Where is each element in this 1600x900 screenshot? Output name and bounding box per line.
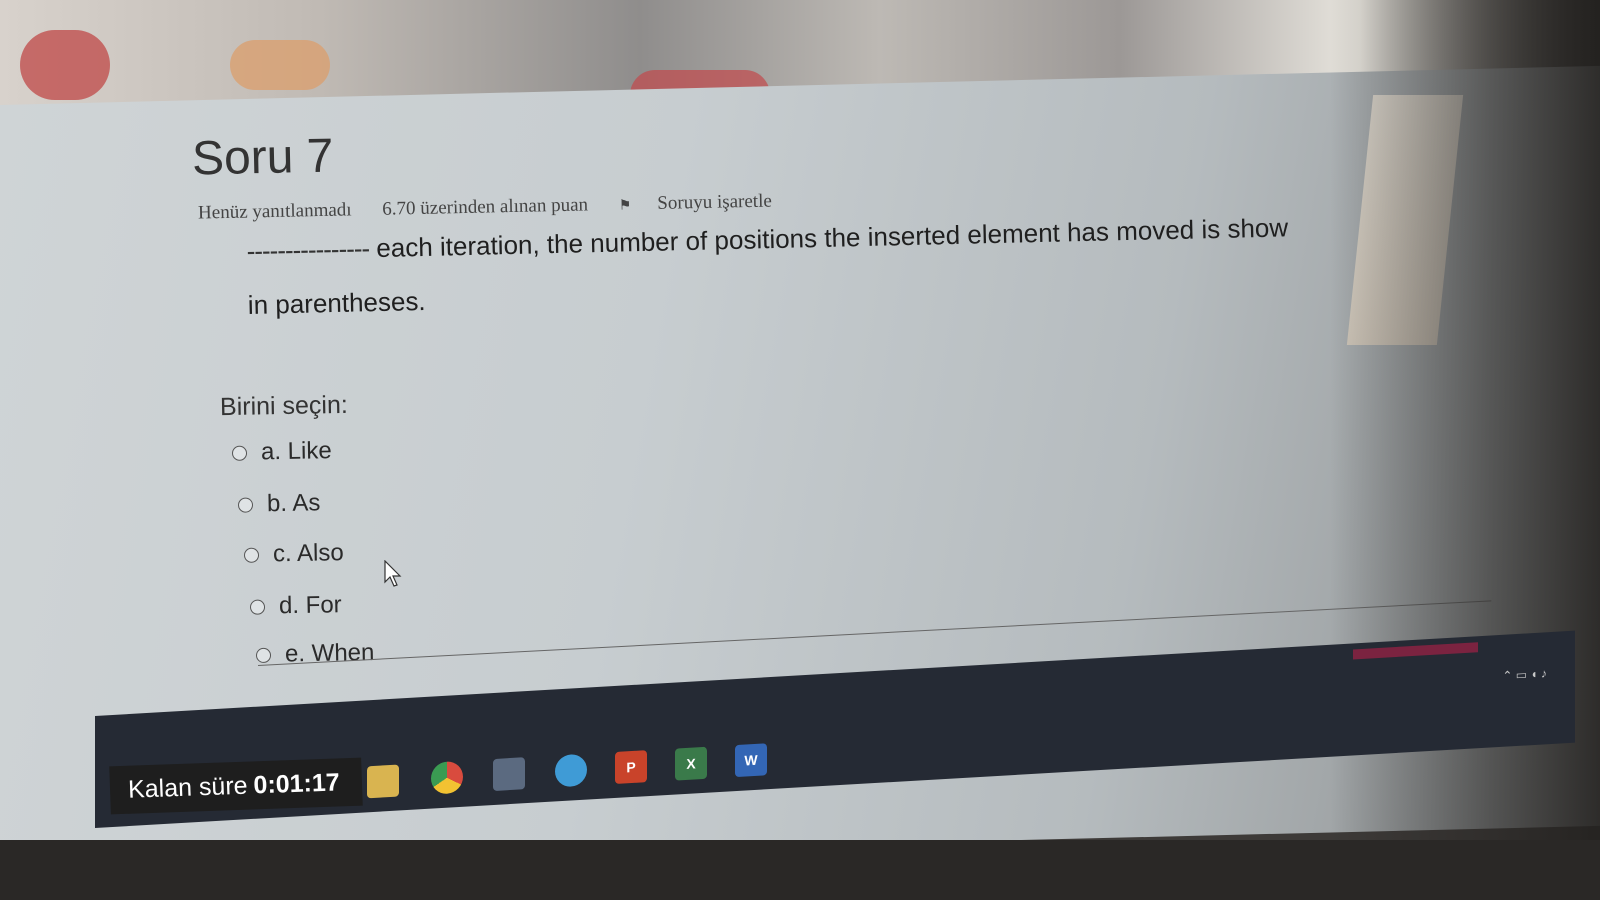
screen-reflection <box>1330 0 1600 900</box>
radio-button[interactable] <box>255 647 272 663</box>
background-blob <box>20 30 110 100</box>
question-text-line1: each iteration, the number of positions … <box>376 212 1289 264</box>
flag-icon: ⚑ <box>618 198 632 214</box>
option-b[interactable]: b. As <box>237 489 321 518</box>
mouse-cursor-icon <box>384 559 404 593</box>
radio-button[interactable] <box>249 599 266 615</box>
remaining-time-badge: Kalan süre 0:01:17 <box>109 757 363 815</box>
question-title: Soru 7 <box>191 129 334 186</box>
radio-button[interactable] <box>243 547 260 563</box>
store-icon[interactable] <box>493 757 525 792</box>
file-explorer-icon[interactable] <box>367 764 399 799</box>
radio-button[interactable] <box>231 445 248 461</box>
chrome-icon[interactable] <box>431 760 463 795</box>
powerpoint-icon[interactable]: P <box>615 750 647 785</box>
system-tray[interactable]: ⌃ ▭ ◖ ♪ <box>1502 666 1547 683</box>
option-label: a. Like <box>260 437 332 466</box>
timer-value: 0:01:17 <box>253 767 341 799</box>
choose-prompt: Birini seçin: <box>219 390 349 422</box>
telegram-icon[interactable] <box>555 753 587 788</box>
background-blob <box>230 40 330 90</box>
question-points: 6.70 üzerinden alınan puan <box>382 194 589 220</box>
question-text-line2: in parentheses. <box>247 285 426 320</box>
radio-button[interactable] <box>237 496 254 513</box>
option-label: d. For <box>278 591 342 620</box>
option-c[interactable]: c. Also <box>243 539 344 569</box>
timer-label: Kalan süre <box>127 771 248 804</box>
excel-icon[interactable]: X <box>675 746 707 781</box>
taskbar-highlight <box>1353 642 1478 660</box>
option-label: b. As <box>266 489 321 518</box>
option-a[interactable]: a. Like <box>231 437 332 467</box>
option-d[interactable]: d. For <box>249 591 342 621</box>
flag-label: Soruyu işaretle <box>657 190 773 214</box>
question-status: Henüz yanıtlanmadı <box>197 199 352 224</box>
option-label: e. When <box>284 638 375 668</box>
flag-question-link[interactable]: ⚑ Soruyu işaretle <box>619 190 798 215</box>
laptop-bezel <box>0 840 1600 900</box>
word-icon[interactable]: W <box>735 743 767 778</box>
option-label: c. Also <box>272 539 344 568</box>
question-blank: ---------------- <box>246 233 370 266</box>
